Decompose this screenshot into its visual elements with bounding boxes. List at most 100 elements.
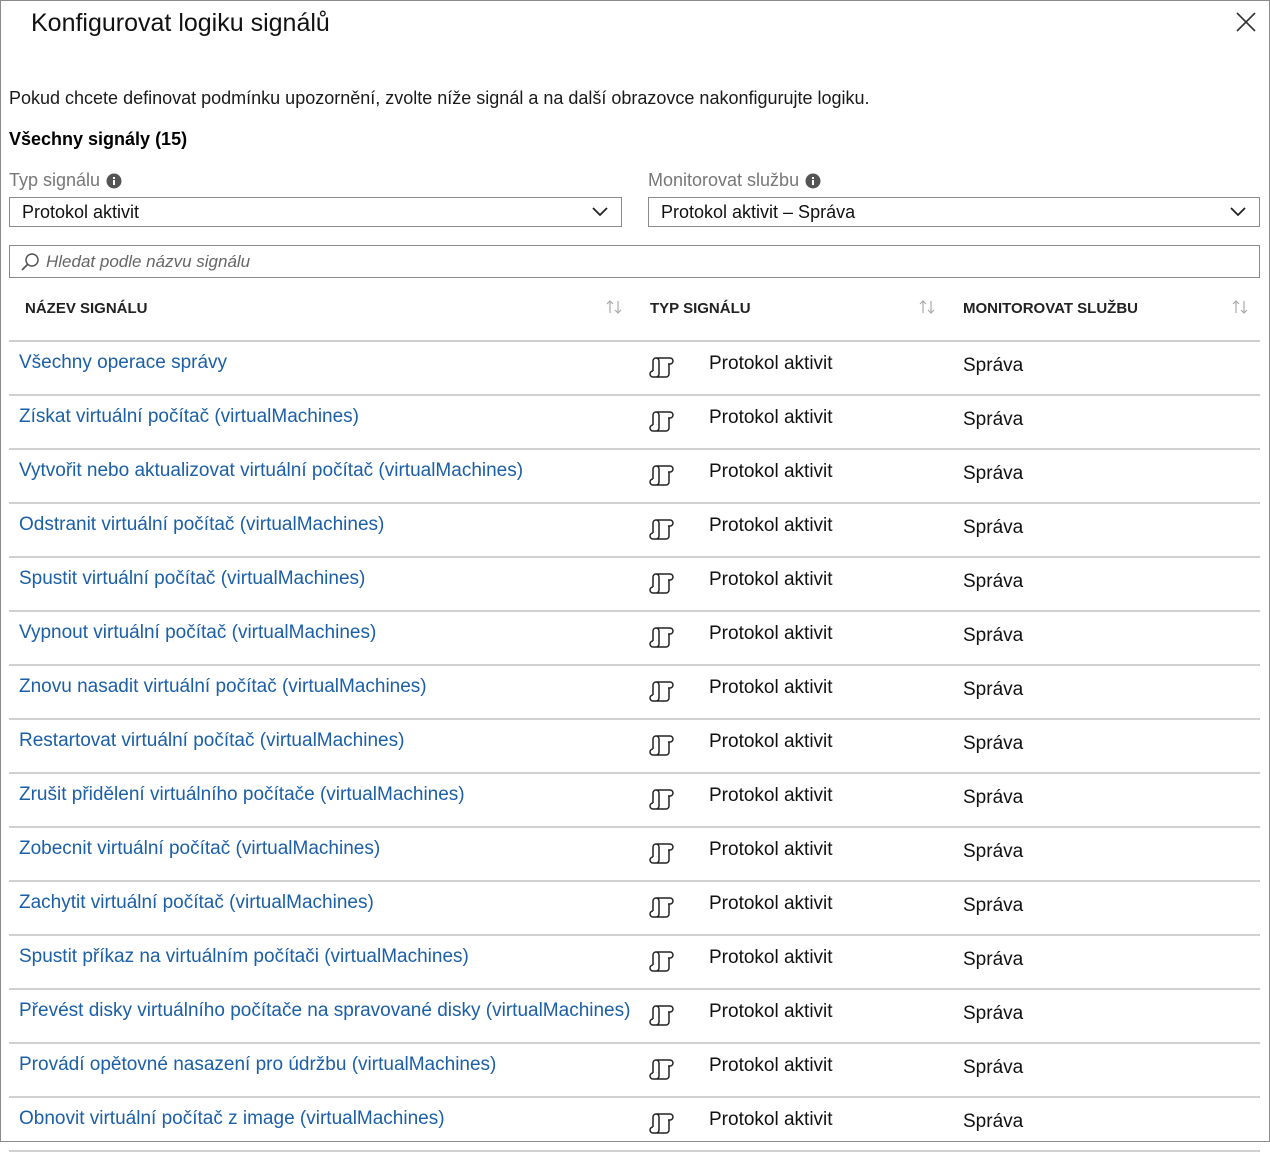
monitor-service-cell: Správa <box>963 409 1024 430</box>
signal-type-cell: Protokol aktivit <box>709 461 833 482</box>
table-row[interactable]: Znovu nasadit virtuální počítač (virtual… <box>9 666 1260 720</box>
signal-name-link[interactable]: Získat virtuální počítač (virtualMachine… <box>19 406 359 428</box>
signal-type-cell: Protokol aktivit <box>709 893 833 914</box>
sort-icon[interactable] <box>917 299 937 315</box>
activity-log-icon <box>649 573 674 594</box>
table-row[interactable]: Vytvořit nebo aktualizovat virtuální poč… <box>9 450 1260 504</box>
activity-log-icon <box>649 411 674 432</box>
signal-name-link[interactable]: Provádí opětovné nasazení pro údržbu (vi… <box>19 1054 496 1076</box>
signal-type-cell: Protokol aktivit <box>709 785 833 806</box>
signal-type-cell: Protokol aktivit <box>709 1055 833 1076</box>
signal-type-label-text: Typ signálu <box>9 170 101 190</box>
table-row[interactable]: Restartovat virtuální počítač (virtualMa… <box>9 720 1260 774</box>
table-row[interactable]: Zachytit virtuální počítač (virtualMachi… <box>9 882 1260 936</box>
activity-log-icon <box>649 357 674 378</box>
signal-type-cell: Protokol aktivit <box>709 1109 833 1130</box>
monitor-service-cell: Správa <box>963 841 1024 862</box>
signal-type-value: Protokol aktivit <box>22 201 140 222</box>
signal-name-link[interactable]: Zachytit virtuální počítač (virtualMachi… <box>19 892 374 914</box>
signal-name-link[interactable]: Převést disky virtuálního počítače na sp… <box>19 1000 630 1022</box>
monitor-service-cell: Správa <box>963 355 1024 376</box>
table-row[interactable]: Vypnout virtuální počítač (virtualMachin… <box>9 612 1260 666</box>
signal-name-link[interactable]: Znovu nasadit virtuální počítač (virtual… <box>19 676 427 698</box>
search-box[interactable] <box>9 245 1260 278</box>
panel-description: Pokud chcete definovat podmínku upozorně… <box>9 88 870 108</box>
signal-type-cell: Protokol aktivit <box>709 623 833 644</box>
activity-log-icon <box>649 465 674 486</box>
activity-log-icon <box>649 897 674 918</box>
signal-type-cell: Protokol aktivit <box>709 353 833 374</box>
monitor-service-cell: Správa <box>963 1111 1024 1132</box>
signal-type-dropdown[interactable]: Protokol aktivit <box>9 197 622 227</box>
signal-name-link[interactable]: Spustit příkaz na virtuálním počítači (v… <box>19 946 469 968</box>
signal-type-label: Typ signálu <box>9 170 122 191</box>
chevron-down-icon <box>1230 207 1246 217</box>
chevron-down-icon <box>592 207 608 217</box>
monitor-service-cell: Správa <box>963 1057 1024 1078</box>
info-icon[interactable] <box>805 173 821 189</box>
table-row[interactable]: Převést disky virtuálního počítače na sp… <box>9 990 1260 1044</box>
monitor-service-label-text: Monitorovat službu <box>648 170 800 190</box>
column-header-name[interactable]: NÁZEV SIGNÁLU <box>25 300 148 317</box>
monitor-service-cell: Správa <box>963 787 1024 808</box>
table-row[interactable]: Odstranit virtuální počítač (virtualMach… <box>9 504 1260 558</box>
sort-icon[interactable] <box>604 299 624 315</box>
monitor-service-value: Protokol aktivit – Správa <box>661 201 856 222</box>
signal-type-cell: Protokol aktivit <box>709 1001 833 1022</box>
activity-log-icon <box>649 519 674 540</box>
monitor-service-dropdown[interactable]: Protokol aktivit – Správa <box>648 197 1260 227</box>
activity-log-icon <box>649 681 674 702</box>
signal-name-link[interactable]: Všechny operace správy <box>19 352 227 374</box>
table-row[interactable]: Spustit příkaz na virtuálním počítači (v… <box>9 936 1260 990</box>
signal-type-cell: Protokol aktivit <box>709 839 833 860</box>
signal-name-link[interactable]: Zrušit přidělení virtuálního počítače (v… <box>19 784 465 806</box>
activity-log-icon <box>649 951 674 972</box>
signal-type-cell: Protokol aktivit <box>709 569 833 590</box>
monitor-service-cell: Správa <box>963 895 1024 916</box>
column-header-type[interactable]: TYP SIGNÁLU <box>650 300 751 317</box>
signal-name-link[interactable]: Obnovit virtuální počítač z image (virtu… <box>19 1108 445 1130</box>
monitor-service-cell: Správa <box>963 733 1024 754</box>
signal-type-cell: Protokol aktivit <box>709 677 833 698</box>
signal-name-link[interactable]: Restartovat virtuální počítač (virtualMa… <box>19 730 404 752</box>
search-input[interactable] <box>40 247 1259 276</box>
sort-icon[interactable] <box>1230 299 1250 315</box>
signal-type-cell: Protokol aktivit <box>709 515 833 536</box>
monitor-service-cell: Správa <box>963 517 1024 538</box>
activity-log-icon <box>649 789 674 810</box>
column-header-service[interactable]: MONITOROVAT SLUŽBU <box>963 300 1138 317</box>
panel-title: Konfigurovat logiku signálů <box>31 9 330 37</box>
monitor-service-cell: Správa <box>963 949 1024 970</box>
monitor-service-cell: Správa <box>963 679 1024 700</box>
activity-log-icon <box>649 843 674 864</box>
monitor-service-cell: Správa <box>963 463 1024 484</box>
monitor-service-label: Monitorovat službu <box>648 170 821 191</box>
signal-name-link[interactable]: Vytvořit nebo aktualizovat virtuální poč… <box>19 460 523 482</box>
table-row[interactable]: Spustit virtuální počítač (virtualMachin… <box>9 558 1260 612</box>
activity-log-icon <box>649 1059 674 1080</box>
activity-log-icon <box>649 1005 674 1026</box>
signal-logic-panel: Konfigurovat logiku signálů Pokud chcete… <box>0 0 1270 1152</box>
signal-name-link[interactable]: Zobecnit virtuální počítač (virtualMachi… <box>19 838 380 860</box>
signal-type-cell: Protokol aktivit <box>709 731 833 752</box>
signal-name-link[interactable]: Vypnout virtuální počítač (virtualMachin… <box>19 622 376 644</box>
activity-log-icon <box>649 735 674 756</box>
table-row[interactable]: Získat virtuální počítač (virtualMachine… <box>9 396 1260 450</box>
table-row[interactable]: Zobecnit virtuální počítač (virtualMachi… <box>9 828 1260 882</box>
signals-table-body: Všechny operace správy Protokol aktivit … <box>9 342 1260 1152</box>
signal-name-link[interactable]: Spustit virtuální počítač (virtualMachin… <box>19 568 365 590</box>
monitor-service-cell: Správa <box>963 1003 1024 1024</box>
signal-name-link[interactable]: Odstranit virtuální počítač (virtualMach… <box>19 514 384 536</box>
activity-log-icon <box>649 627 674 648</box>
info-icon[interactable] <box>106 173 122 189</box>
table-row[interactable]: Zrušit přidělení virtuálního počítače (v… <box>9 774 1260 828</box>
table-row[interactable]: Všechny operace správy Protokol aktivit … <box>9 342 1260 396</box>
close-icon[interactable] <box>1233 9 1259 35</box>
signal-type-cell: Protokol aktivit <box>709 947 833 968</box>
table-row[interactable]: Obnovit virtuální počítač z image (virtu… <box>9 1098 1260 1152</box>
signal-type-cell: Protokol aktivit <box>709 407 833 428</box>
activity-log-icon <box>649 1113 674 1134</box>
signals-count: Všechny signály (15) <box>9 129 188 149</box>
search-icon <box>21 252 39 271</box>
table-row[interactable]: Provádí opětovné nasazení pro údržbu (vi… <box>9 1044 1260 1098</box>
